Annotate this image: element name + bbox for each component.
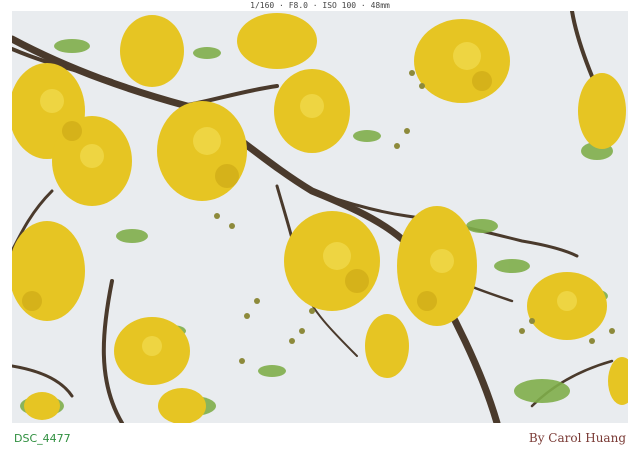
tree-canopy-illustration [12,11,628,423]
exif-text: 1/160 · F8.0 · ISO 100 · 48mm [250,1,390,10]
photographer-credit: By Carol Huang [528,431,626,445]
photo-frame: 1/160 · F8.0 · ISO 100 · 48mm DSC_4477 B… [0,0,640,455]
file-name-caption: DSC_4477 [14,432,71,445]
golden-shower-tree-photo [12,11,628,423]
